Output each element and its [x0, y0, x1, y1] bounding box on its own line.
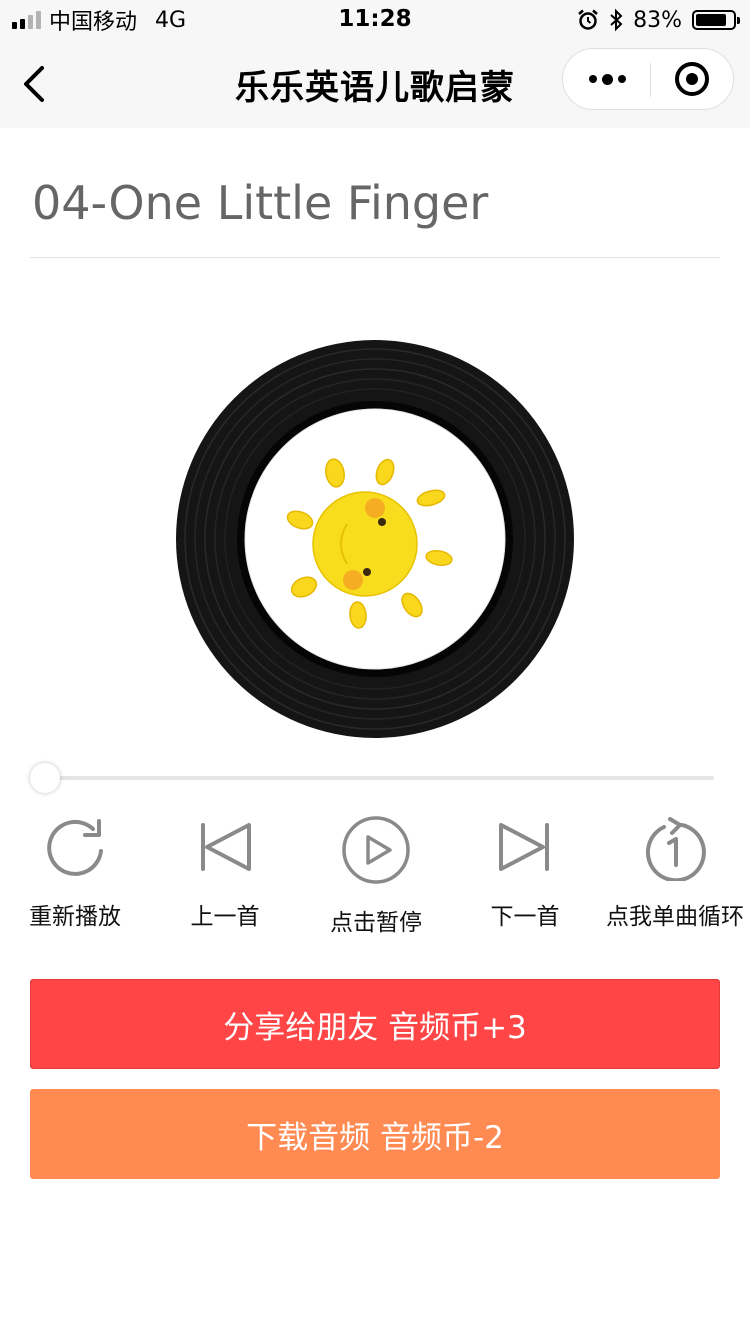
- repeat-one-button[interactable]: 点我单曲循环: [600, 815, 750, 931]
- close-miniprogram-icon[interactable]: [675, 62, 709, 96]
- song-title: 04-One Little Finger: [32, 176, 489, 230]
- progress-track[interactable]: [48, 776, 714, 780]
- replay-button[interactable]: 重新播放: [16, 815, 134, 931]
- previous-icon: [201, 823, 251, 871]
- repeat-one-label: 点我单曲循环: [606, 904, 744, 930]
- status-right: 83%: [577, 6, 740, 34]
- status-bar: 中国移动 4G 11:28 83%: [0, 0, 750, 40]
- navigation-bar: 乐乐英语儿歌启蒙: [0, 40, 750, 128]
- download-button[interactable]: 下载音频 音频币-2: [30, 1089, 720, 1179]
- replay-icon: [47, 819, 103, 876]
- battery-percent: 83%: [633, 7, 682, 33]
- battery-icon: [692, 10, 740, 30]
- next-button[interactable]: 下一首: [470, 815, 580, 931]
- title-divider: [30, 257, 720, 258]
- next-icon: [499, 823, 549, 871]
- vinyl-record-artwork: [176, 340, 574, 738]
- share-button[interactable]: 分享给朋友 音频币+3: [30, 979, 720, 1069]
- pause-button[interactable]: 点击暂停: [318, 815, 434, 937]
- previous-label: 上一首: [190, 904, 260, 930]
- alarm-icon: [578, 9, 598, 30]
- pause-label: 点击暂停: [330, 910, 422, 936]
- next-label: 下一首: [490, 904, 560, 930]
- progress-handle[interactable]: [30, 763, 60, 793]
- more-icon[interactable]: [563, 49, 651, 109]
- play-icon: [342, 816, 410, 884]
- miniprogram-capsule: [562, 48, 734, 110]
- previous-button[interactable]: 上一首: [170, 815, 280, 931]
- bluetooth-icon: [610, 8, 623, 32]
- replay-label: 重新播放: [29, 904, 121, 930]
- capsule-divider: [650, 63, 651, 97]
- repeat-one-icon: [645, 817, 706, 881]
